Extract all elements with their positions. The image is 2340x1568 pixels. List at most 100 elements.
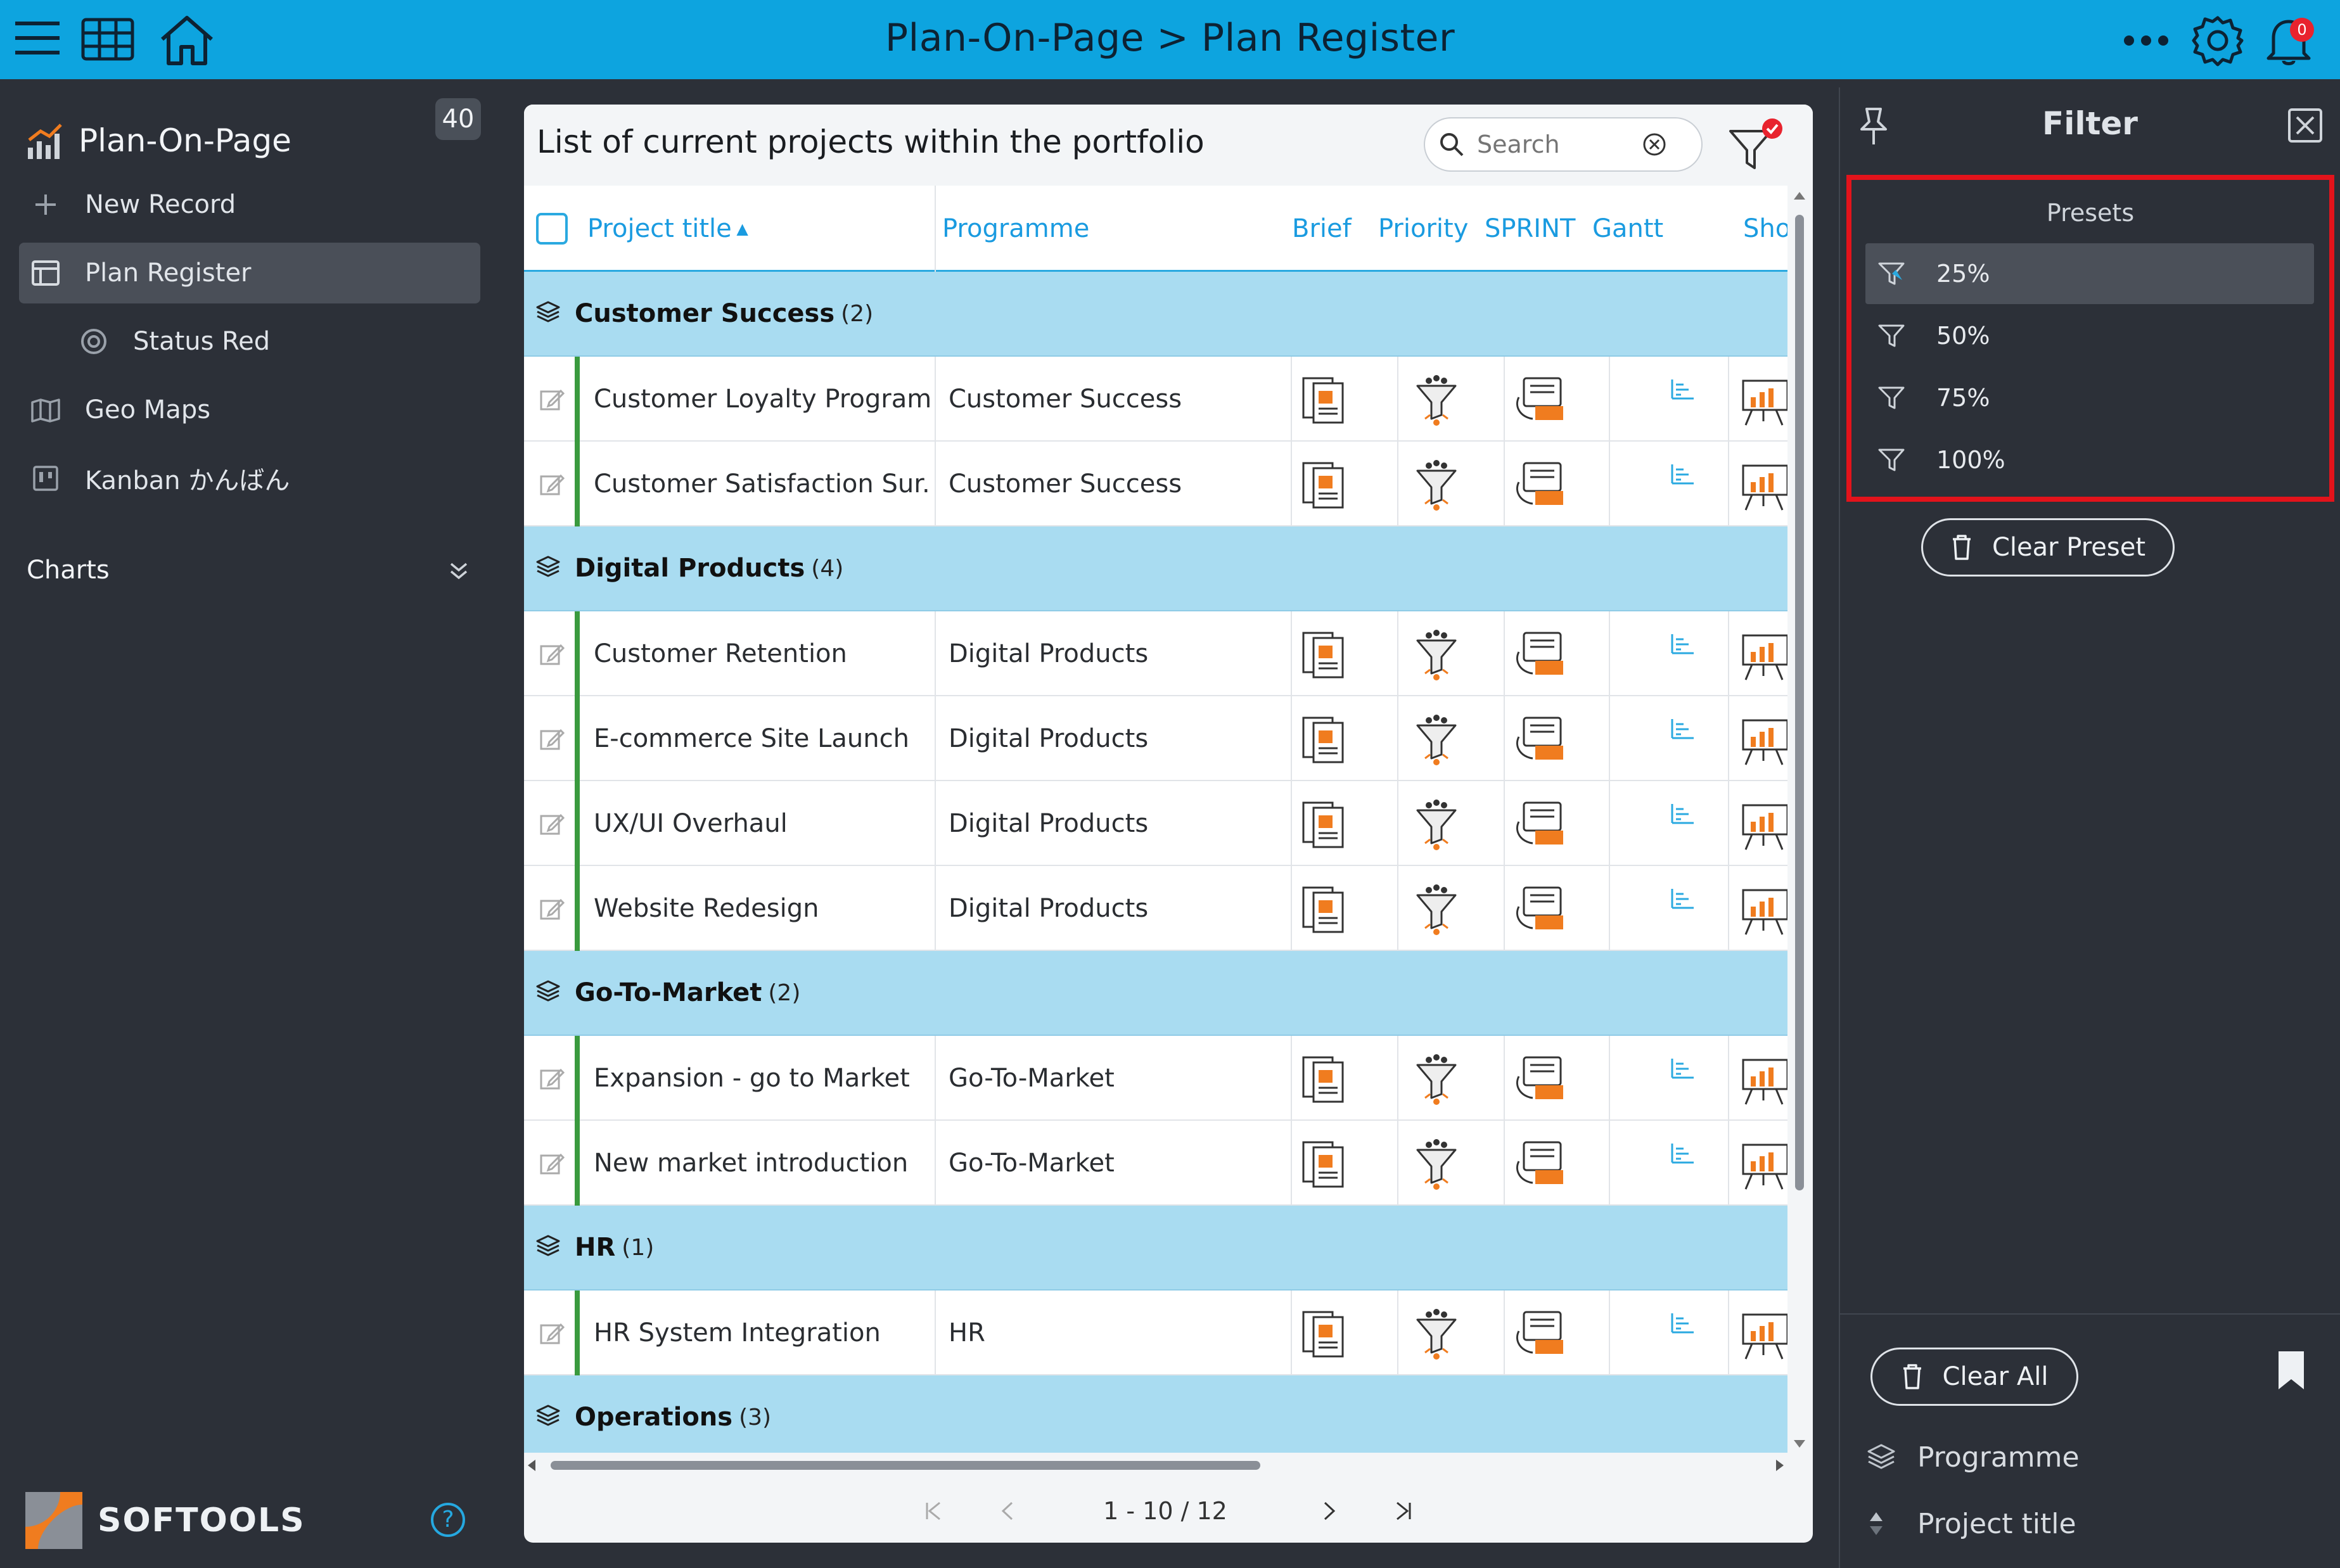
priority-icon[interactable] (1411, 799, 1462, 855)
edit-icon[interactable] (539, 642, 565, 670)
priority-icon[interactable] (1411, 374, 1462, 430)
close-icon[interactable] (2287, 108, 2323, 143)
brief-icon[interactable] (1298, 884, 1357, 940)
app-header[interactable]: Plan-On-Page (25, 106, 291, 175)
filter-toggle-icon[interactable] (1727, 117, 1784, 174)
sprint-icon[interactable] (1510, 714, 1573, 770)
priority-icon[interactable] (1411, 714, 1462, 770)
sidebar-item-plan-register[interactable]: Plan Register (19, 243, 480, 303)
gantt-icon[interactable] (1670, 803, 1695, 827)
brief-icon[interactable] (1298, 1138, 1357, 1194)
project-title-cell[interactable]: Website Redesign (594, 866, 930, 951)
col-programme[interactable]: Programme (942, 186, 1089, 272)
sprint-icon[interactable] (1510, 1308, 1573, 1364)
sprint-icon[interactable] (1510, 884, 1573, 940)
sidebar-section-charts[interactable]: Charts (27, 545, 470, 596)
clear-preset-button[interactable]: Clear Preset (1921, 518, 2175, 577)
show-icon[interactable] (1739, 629, 1787, 685)
filter-field-programme[interactable]: Programme (1865, 1432, 2080, 1482)
brief-icon[interactable] (1298, 459, 1357, 515)
project-title-cell[interactable]: Expansion - go to Market (594, 1036, 930, 1121)
project-title-cell[interactable]: New market introduction (594, 1121, 930, 1206)
show-icon[interactable] (1739, 714, 1787, 770)
table-row[interactable]: UX/UI Overhaul Digital Products (524, 781, 1787, 866)
filter-field-project-title[interactable]: Project title (1865, 1498, 2076, 1549)
preset-50[interactable]: 50% (1865, 305, 2314, 366)
show-icon[interactable] (1739, 1054, 1787, 1109)
edit-icon[interactable] (539, 472, 565, 500)
project-title-cell[interactable]: E-commerce Site Launch (594, 696, 930, 781)
show-icon[interactable] (1739, 1138, 1787, 1194)
priority-icon[interactable] (1411, 459, 1462, 515)
group-row[interactable]: Go-To-Market (2) (524, 951, 1787, 1036)
show-icon[interactable] (1739, 884, 1787, 940)
priority-icon[interactable] (1411, 1054, 1462, 1109)
col-gantt[interactable]: Gantt (1592, 186, 1663, 272)
brief-icon[interactable] (1298, 714, 1357, 770)
gantt-icon[interactable] (1670, 378, 1695, 402)
more-icon[interactable] (2123, 33, 2170, 48)
table-row[interactable]: HR System Integration HR (524, 1291, 1787, 1375)
select-all-checkbox[interactable] (535, 212, 568, 245)
gear-icon[interactable] (2191, 14, 2244, 67)
edit-icon[interactable] (539, 1151, 565, 1179)
edit-icon[interactable] (539, 387, 565, 415)
sidebar-item-new-record[interactable]: New Record (19, 174, 480, 235)
sprint-icon[interactable] (1510, 1054, 1573, 1109)
gantt-icon[interactable] (1670, 463, 1695, 487)
horizontal-scrollbar[interactable] (524, 1453, 1787, 1478)
prev-page-icon[interactable] (999, 1500, 1014, 1522)
col-show[interactable]: Sho (1743, 186, 1787, 272)
project-title-cell[interactable]: Customer Loyalty Program (594, 357, 930, 442)
col-project-title[interactable]: Project title ▲ (587, 186, 748, 272)
clear-search-icon[interactable] (1642, 132, 1667, 157)
project-title-cell[interactable]: Customer Retention (594, 611, 930, 696)
show-icon[interactable] (1739, 799, 1787, 855)
priority-icon[interactable] (1411, 1138, 1462, 1194)
help-icon[interactable]: ? (431, 1503, 465, 1537)
table-row[interactable]: Customer Satisfaction Sur... Customer Suc… (524, 442, 1787, 526)
project-title-cell[interactable]: UX/UI Overhaul (594, 781, 930, 866)
gantt-icon[interactable] (1670, 633, 1695, 657)
show-icon[interactable] (1739, 459, 1787, 515)
priority-icon[interactable] (1411, 629, 1462, 685)
gantt-icon[interactable] (1670, 718, 1695, 742)
edit-icon[interactable] (539, 727, 565, 755)
show-icon[interactable] (1739, 374, 1787, 430)
preset-25[interactable]: 25% (1865, 243, 2314, 304)
table-row[interactable]: New market introduction Go-To-Market (524, 1121, 1787, 1206)
search-box[interactable] (1424, 117, 1703, 172)
group-row[interactable]: Digital Products (4) (524, 526, 1787, 611)
brief-icon[interactable] (1298, 1054, 1357, 1109)
table-row[interactable]: E-commerce Site Launch Digital Products (524, 696, 1787, 781)
brief-icon[interactable] (1298, 629, 1357, 685)
bookmark-icon[interactable] (2276, 1350, 2306, 1391)
gantt-icon[interactable] (1670, 1057, 1695, 1081)
first-page-icon[interactable] (923, 1500, 942, 1522)
gantt-icon[interactable] (1670, 888, 1695, 912)
show-icon[interactable] (1739, 1308, 1787, 1364)
table-row[interactable]: Expansion - go to Market Go-To-Market (524, 1036, 1787, 1121)
sidebar-item-kanban[interactable]: Kanban かんばん (19, 448, 480, 509)
sidebar-item-status-red[interactable]: Status Red (19, 311, 480, 372)
brief-icon[interactable] (1298, 374, 1357, 430)
sprint-icon[interactable] (1510, 1138, 1573, 1194)
col-brief[interactable]: Brief (1292, 186, 1352, 272)
sprint-icon[interactable] (1510, 374, 1573, 430)
table-row[interactable]: Customer Loyalty Program Customer Success (524, 357, 1787, 442)
edit-icon[interactable] (539, 812, 565, 839)
table-row[interactable]: Customer Retention Digital Products (524, 611, 1787, 696)
table-row[interactable]: Website Redesign Digital Products (524, 866, 1787, 951)
group-row[interactable]: Customer Success (2) (524, 272, 1787, 357)
brief-icon[interactable] (1298, 799, 1357, 855)
edit-icon[interactable] (539, 896, 565, 924)
sprint-icon[interactable] (1510, 799, 1573, 855)
chevron-double-down-icon[interactable] (447, 559, 470, 582)
priority-icon[interactable] (1411, 884, 1462, 940)
vertical-scrollbar[interactable] (1790, 188, 1809, 1455)
sprint-icon[interactable] (1510, 459, 1573, 515)
clear-all-button[interactable]: Clear All (1870, 1348, 2078, 1406)
next-page-icon[interactable] (1322, 1500, 1338, 1522)
preset-75[interactable]: 75% (1865, 367, 2314, 428)
edit-icon[interactable] (539, 1066, 565, 1094)
